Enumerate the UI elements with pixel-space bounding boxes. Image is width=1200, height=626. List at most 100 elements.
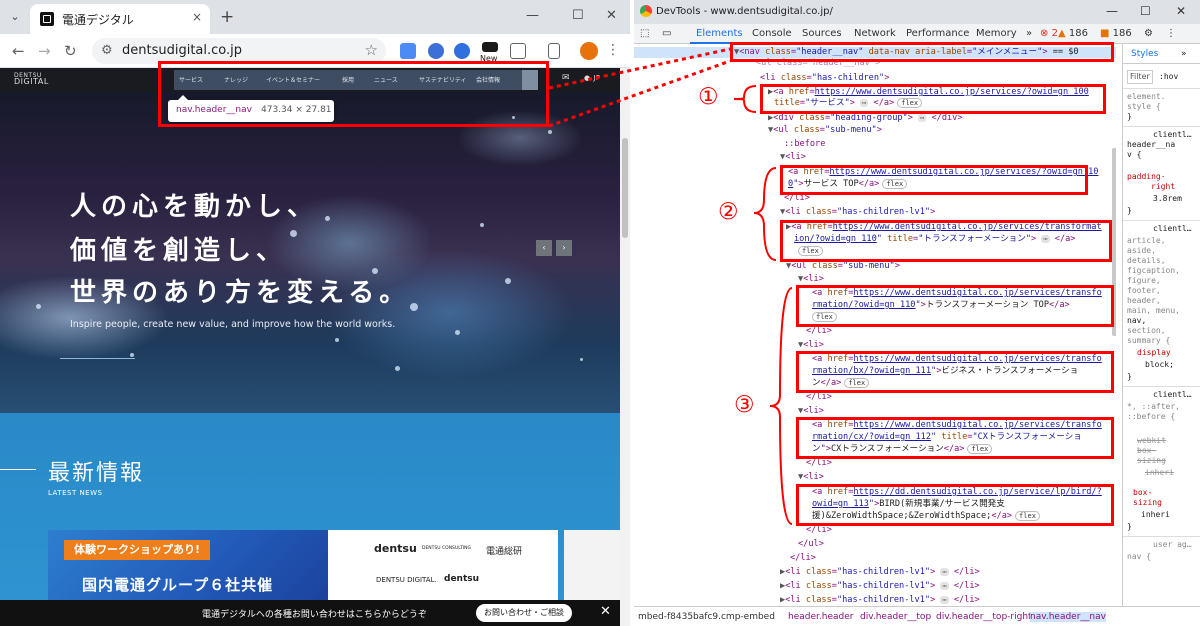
extension-puzzle-blue-icon[interactable] [428,43,444,59]
style-value[interactable]: inheri [1141,510,1170,520]
maximize-icon[interactable]: ☐ [1140,4,1151,18]
dom-line[interactable]: ▶<div class="heading-group"> ⋯ </div> [768,113,963,124]
style-property[interactable]: box- [1133,488,1152,498]
dom-line[interactable]: ▼<li> [798,406,824,417]
devtools-tabbar: ⬚ ▭ Elements Console Sources Network Per… [634,24,1200,44]
tab-elements[interactable]: Elements [696,28,743,39]
dom-line[interactable]: </li> [806,392,832,403]
style-source-link[interactable]: clientl… [1153,224,1192,234]
devtools-menu-icon[interactable]: ⋮ [1166,28,1176,39]
tab-console[interactable]: Console [752,28,792,39]
tab-network[interactable]: Network [854,28,896,39]
page-scrollbar[interactable] [620,68,630,626]
side-panel-icon[interactable] [548,43,560,59]
style-line: } [1127,372,1132,381]
extension-gear-icon[interactable] [454,43,470,59]
highlight-box-1 [760,84,1106,114]
minimize-icon[interactable]: — [1106,4,1118,18]
style-source-link[interactable]: clientl… [1153,130,1192,140]
tab-close-icon[interactable]: × [192,10,202,24]
news-title: 最新情報 [48,461,145,486]
site-logo[interactable]: DENTSU DIGITAL [14,73,49,86]
hover-state-toggle[interactable]: :hov [1159,72,1178,82]
dom-line[interactable]: </li> [806,525,832,536]
banner-close-icon[interactable]: ✕ [600,604,611,619]
extension-translate-icon[interactable] [400,43,416,59]
issues-count[interactable]: ■ 186 [1100,28,1132,39]
style-property[interactable]: display [1137,348,1171,358]
style-line: } [1127,112,1132,121]
dom-line[interactable]: </li> [806,326,832,337]
style-property[interactable]: right [1151,182,1175,192]
language-switch[interactable]: ● JP [584,74,601,82]
style-value[interactable]: 3.8rem [1153,194,1182,204]
dom-line[interactable]: ::before [784,139,825,150]
close-window-icon[interactable]: ✕ [606,8,617,23]
style-line: aside, [1127,246,1156,255]
mail-icon[interactable]: ✉ [562,73,570,83]
dom-line[interactable]: ▼<li> [798,274,824,285]
styles-filter-input[interactable]: Filter [1127,70,1153,84]
tab-performance[interactable]: Performance [906,28,969,39]
breadcrumb-item[interactable]: div.header__top-right [936,612,1032,622]
error-count[interactable]: ⊗ 2 [1040,28,1058,39]
dom-line[interactable]: ▼<ul class="sub-menu"> [768,125,882,136]
more-tabs-icon[interactable]: » [1026,28,1032,39]
dom-line[interactable]: ▼<li class="has-children-lv1"> [780,207,935,218]
tab-memory[interactable]: Memory [976,28,1017,39]
settings-gear-icon[interactable]: ⚙ [1144,28,1153,39]
tab-sources[interactable]: Sources [802,28,842,39]
back-icon[interactable]: ← [12,42,25,60]
dom-line[interactable]: </li> [790,553,816,564]
style-property[interactable]: webkit [1137,436,1166,446]
highlight-box-2a [780,165,1088,195]
style-source-link[interactable]: clientl… [1153,390,1192,400]
dom-line[interactable]: </li> [806,458,832,469]
style-property[interactable]: padding- [1127,172,1166,182]
style-value[interactable]: block; [1145,360,1174,370]
dom-line[interactable]: ▼<li> [798,340,824,351]
highlight-box-3a [796,285,1114,327]
dom-line[interactable]: ▶<li class="has-children-lv1"> ⋯ </li> [780,567,980,578]
style-property[interactable]: sizing [1137,456,1166,466]
extensions-icon[interactable] [510,43,526,59]
style-property[interactable]: box- [1137,446,1156,456]
dom-line[interactable]: <li class="has-children"> [760,73,889,84]
breadcrumb-item[interactable]: div.header__top [860,612,931,622]
dom-line[interactable]: ▶<li class="has-children-lv1"> ⋯ </li> [780,595,980,606]
breadcrumb-item[interactable]: header.header [788,612,853,622]
bookmark-star-icon[interactable]: ☆ [365,41,378,59]
dom-line[interactable]: ▼<ul class="sub-menu"> [786,261,900,272]
minimize-icon[interactable]: — [526,8,539,23]
breadcrumb-item[interactable]: mbed-f8435bafc9.cmp-embed [638,612,775,622]
close-window-icon[interactable]: ✕ [1176,4,1186,18]
annotation-3: ③ [734,392,755,418]
screenshot-root: ⌄ 電通デジタル × + — ☐ ✕ ← → ↻ ⚙ dentsudigital… [0,0,1200,626]
dom-line[interactable]: ▼<li> [798,472,824,483]
highlight-box-3d [796,484,1114,526]
profile-avatar[interactable] [580,42,598,60]
warning-count[interactable]: ▲ 186 [1058,28,1088,39]
style-value[interactable]: inheri [1145,468,1174,478]
browser-tab[interactable]: 電通デジタル × [30,4,210,34]
styles-more-icon[interactable]: » [1181,49,1187,59]
maximize-icon[interactable]: ☐ [572,8,584,23]
extension-new-icon[interactable] [482,42,498,52]
dom-line[interactable]: </ul> [798,539,824,550]
tab-styles[interactable]: Styles [1131,49,1158,59]
breadcrumb-item-current[interactable]: nav.header__nav [1030,612,1106,622]
dom-line[interactable]: ▶<li class="has-children-lv1"> ⋯ </li> [780,581,980,592]
inspect-element-icon[interactable]: ⬚ [640,28,649,39]
new-tab-icon[interactable]: + [220,7,234,27]
slider-prev-button[interactable]: ‹ [536,240,552,256]
forward-icon[interactable]: → [38,42,51,60]
slider-next-button[interactable]: › [556,240,572,256]
reload-icon[interactable]: ↻ [64,42,77,60]
contact-button[interactable]: お問い合わせ・ご相談 [476,604,572,622]
tab-search-icon[interactable]: ⌄ [6,8,24,26]
dom-line[interactable]: ▼<li> [780,152,806,163]
style-property[interactable]: sizing [1133,498,1162,508]
device-toolbar-icon[interactable]: ▭ [662,28,671,39]
browser-menu-icon[interactable]: ⋮ [606,42,620,58]
tune-icon[interactable]: ⚙ [101,43,113,58]
